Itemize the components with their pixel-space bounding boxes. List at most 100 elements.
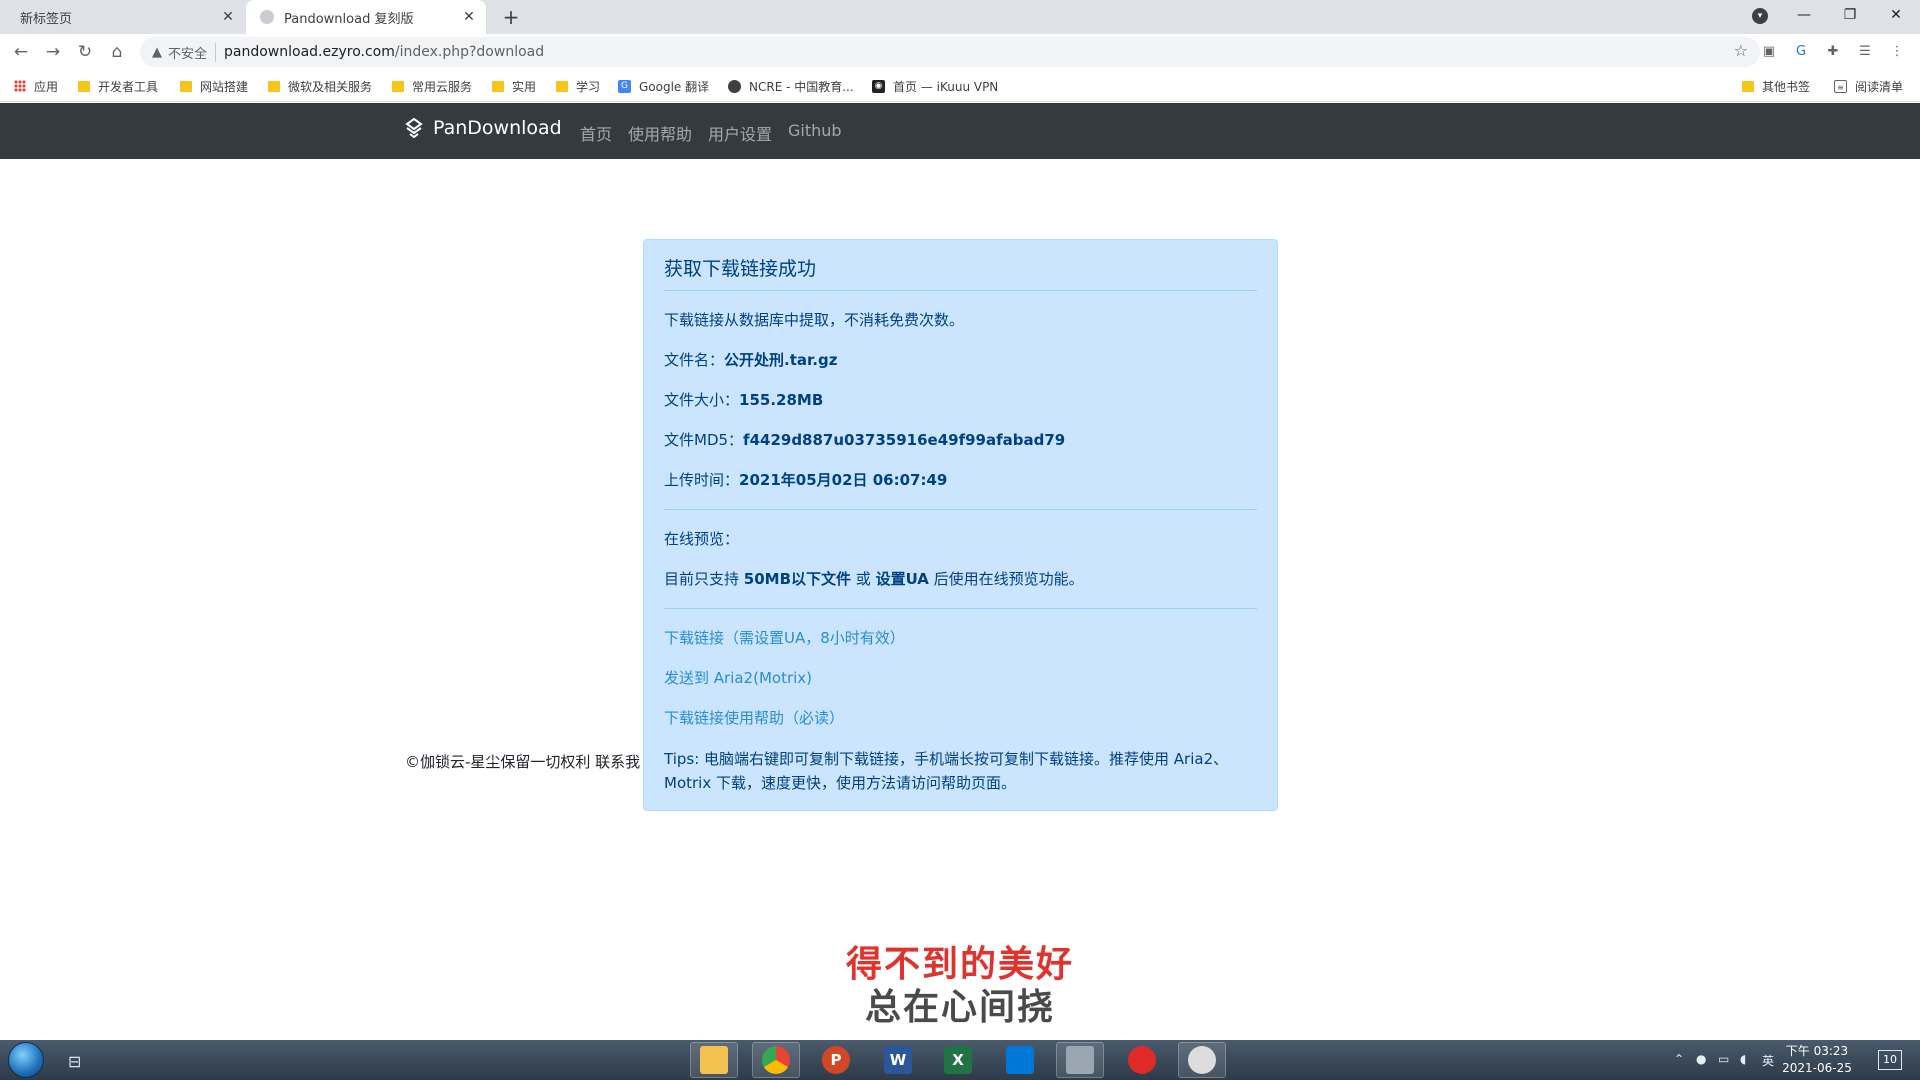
translate-extension-icon[interactable]: G	[1792, 43, 1810, 61]
chrome-app[interactable]	[752, 1042, 800, 1078]
start-button[interactable]	[8, 1042, 44, 1078]
tab-search-icon[interactable]: ▾	[1752, 8, 1768, 24]
menu-icon[interactable]: ⋮	[1888, 43, 1906, 61]
bookmark-folder[interactable]: 实用	[492, 77, 536, 95]
folder-icon	[492, 80, 504, 92]
file-name-value: 公开处刑.tar.gz	[724, 351, 838, 369]
file-size-value: 155.28MB	[739, 391, 824, 409]
netease-music-app[interactable]	[1118, 1042, 1166, 1078]
system-clock[interactable]: 下午 03:23 2021-06-25	[1782, 1043, 1852, 1077]
bookmark-folder[interactable]: 开发者工具	[78, 77, 158, 95]
close-icon[interactable]: ✕	[460, 8, 478, 26]
word-icon: W	[884, 1046, 912, 1074]
music-icon	[1128, 1046, 1156, 1074]
file-md5-row: 文件MD5：f4429d887u03735916e49f99afabad79	[664, 429, 1257, 451]
excel-icon: X	[944, 1046, 972, 1074]
bookmark-folder[interactable]: 学习	[556, 77, 600, 95]
media-icon[interactable]: ☰	[1856, 43, 1874, 61]
address-bar[interactable]: ▲ 不安全 pandownload.ezyro.com /index.php?d…	[140, 37, 1760, 67]
site-favicon-icon	[260, 10, 274, 24]
nav-help[interactable]: 使用帮助	[628, 121, 692, 145]
preview-note: 目前只支持 50MB以下文件 或 设置UA 后使用在线预览功能。	[664, 568, 1257, 590]
reload-icon[interactable]: ↻	[72, 39, 98, 65]
panda-app[interactable]	[1178, 1042, 1226, 1078]
preview-text: 目前只支持	[664, 570, 744, 588]
warning-icon[interactable]: ▲	[152, 45, 162, 60]
bookmark-apps[interactable]: 应用	[14, 77, 58, 95]
forward-icon[interactable]: →	[40, 39, 66, 65]
volume-icon[interactable]: ◖	[1740, 1052, 1746, 1066]
nav-github[interactable]: Github	[788, 121, 842, 140]
vscode-icon	[1006, 1046, 1034, 1074]
notification-center-icon[interactable]: 10	[1878, 1050, 1902, 1070]
file-md5-label: 文件MD5：	[664, 431, 744, 449]
card-title: 获取下载链接成功	[664, 254, 1257, 291]
tab-pandownload[interactable]: Pandownload 复刻版 ✕	[246, 0, 486, 34]
bookmark-ncre[interactable]: NCRE - 中国教育...	[728, 77, 854, 95]
network-icon[interactable]: ▭	[1718, 1052, 1729, 1066]
send-to-aria2-link[interactable]: 发送到 Aria2(Motrix)	[664, 667, 1257, 689]
file-size-row: 文件大小：155.28MB	[664, 389, 1257, 411]
globe-icon	[728, 79, 741, 93]
bookmark-label: 应用	[34, 79, 59, 94]
home-icon[interactable]: ⌂	[104, 39, 130, 65]
bookmark-other[interactable]: 其他书签	[1742, 77, 1810, 95]
bookmark-label: 微软及相关服务	[288, 79, 373, 94]
ime-indicator[interactable]: 英	[1762, 1052, 1774, 1069]
bookmark-label: 网站搭建	[200, 79, 249, 94]
folder-icon	[78, 80, 90, 92]
site-brand[interactable]: PanDownload	[405, 117, 562, 139]
back-icon[interactable]: ←	[8, 39, 34, 65]
tab-new-tab[interactable]: 新标签页 ✕	[0, 0, 245, 34]
bookmark-folder[interactable]: 网站搭建	[180, 77, 248, 95]
folder-icon	[180, 80, 192, 92]
security-label[interactable]: 不安全	[168, 42, 217, 62]
excel-app[interactable]: X	[934, 1042, 982, 1078]
vscode-app[interactable]	[996, 1042, 1044, 1078]
new-tab-button[interactable]: +	[498, 4, 524, 30]
preview-text: 或	[851, 570, 876, 588]
folder-icon	[268, 80, 280, 92]
extensions-puzzle-icon[interactable]: ✚	[1824, 43, 1842, 61]
folder-icon	[1742, 80, 1754, 92]
bookmark-star-icon[interactable]: ☆	[1734, 41, 1748, 60]
bookmark-label: 学习	[576, 79, 601, 94]
bookmark-folder[interactable]: 微软及相关服务	[268, 77, 372, 95]
nav-home[interactable]: 首页	[580, 121, 612, 145]
bookmark-label: Google 翻译	[639, 79, 710, 94]
qq-icon[interactable]: ●	[1696, 1052, 1706, 1066]
bookmark-label: 开发者工具	[98, 79, 159, 94]
powerpoint-icon: P	[822, 1046, 850, 1074]
divider	[664, 608, 1257, 609]
preview-title: 在线预览：	[664, 530, 740, 548]
file-explorer-app[interactable]	[690, 1042, 738, 1078]
tab-title: Pandownload 复刻版	[284, 11, 414, 27]
word-app[interactable]: W	[874, 1042, 922, 1078]
bookmark-folder[interactable]: 常用云服务	[392, 77, 472, 95]
bookmark-label: 首页 — iKuuu VPN	[893, 79, 999, 94]
nav-user-settings[interactable]: 用户设置	[708, 121, 772, 145]
reading-list[interactable]: ≡ 阅读清单	[1834, 77, 1903, 95]
panda-icon	[1188, 1046, 1216, 1074]
cat-icon: ◉	[872, 79, 885, 93]
folder-icon	[392, 80, 404, 92]
window-close-icon[interactable]: ✕	[1874, 0, 1918, 30]
download-help-link[interactable]: 下载链接使用帮助（必读）	[664, 707, 1257, 729]
close-icon[interactable]: ✕	[219, 8, 237, 26]
file-md5-value: f4429d887u03735916e49f99afabad79	[743, 431, 1066, 449]
minimize-icon[interactable]: —	[1782, 0, 1826, 30]
tips-text: Tips: 电脑端右键即可复制下载链接，手机端长按可复制下载链接。推荐使用 Ar…	[664, 750, 1229, 792]
extension-icon[interactable]: ▣	[1760, 43, 1778, 61]
url-path: /index.php?download	[394, 44, 545, 60]
file-name-row: 文件名：公开处刑.tar.gz	[664, 349, 1257, 371]
bookmark-google-translate[interactable]: G Google 翻译	[618, 77, 709, 95]
upload-time-row: 上传时间：2021年05月02日 06:07:49	[664, 469, 1257, 491]
task-view-icon[interactable]: ⊟	[68, 1052, 81, 1071]
monitor-app[interactable]	[1056, 1042, 1104, 1078]
bookmark-ikuuu[interactable]: ◉ 首页 — iKuuu VPN	[872, 77, 998, 95]
tray-expand-icon[interactable]: ⌃	[1674, 1052, 1684, 1066]
download-link[interactable]: 下载链接（需设置UA，8小时有效）	[664, 627, 1257, 649]
db-note: 下载链接从数据库中提取，不消耗免费次数。	[664, 311, 965, 329]
powerpoint-app[interactable]: P	[812, 1042, 860, 1078]
restore-icon[interactable]: ❐	[1828, 0, 1872, 30]
